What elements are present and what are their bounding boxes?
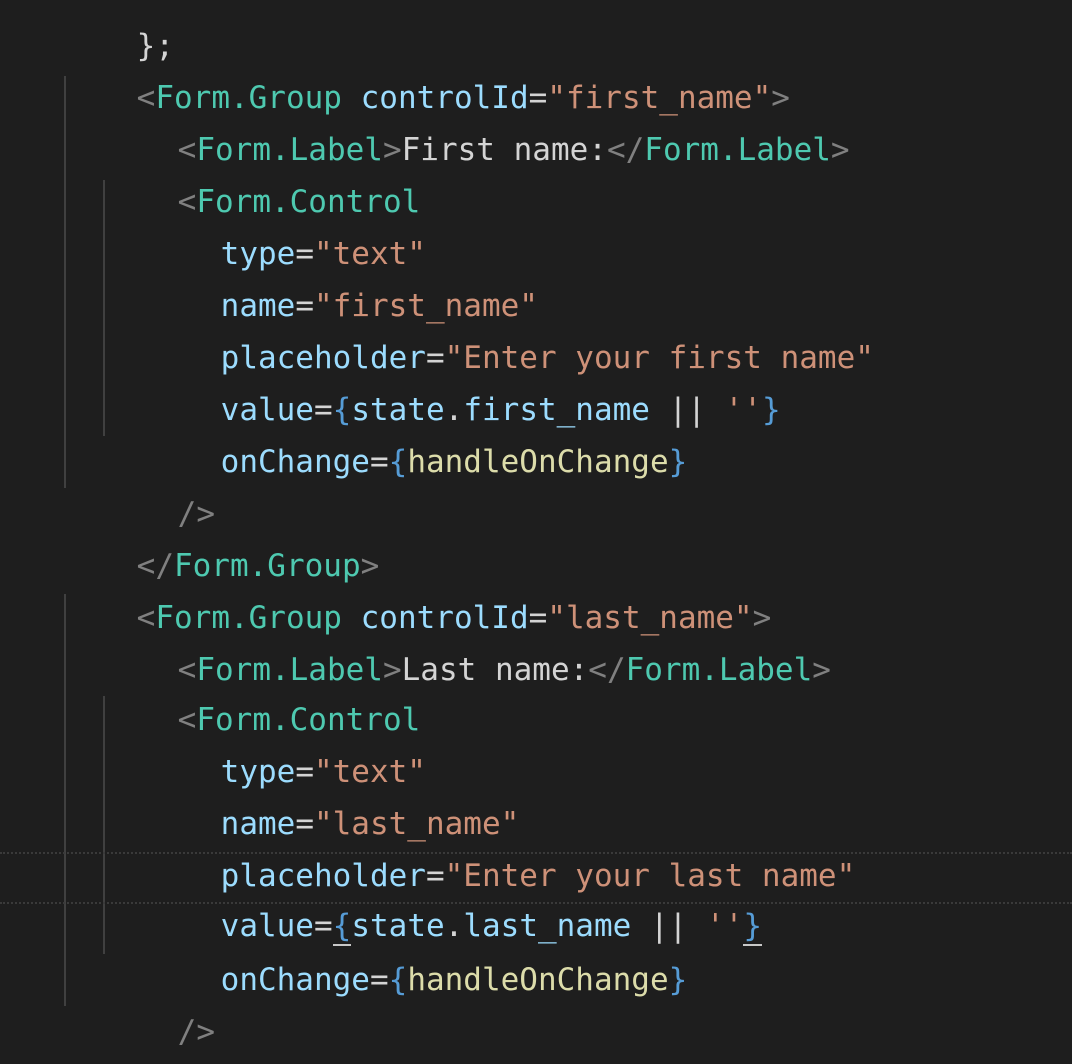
current-line-highlight[interactable]: value={state.last_name || ''}	[0, 852, 1072, 946]
attribute-name: onChange	[220, 444, 370, 480]
code-line[interactable]: <Form.Control	[103, 642, 421, 738]
tag-open: </	[606, 132, 645, 168]
code-line[interactable]: name="first_name"	[146, 228, 538, 324]
code-line[interactable]: onChange={handleOnChange}	[146, 384, 688, 480]
code-line[interactable]: </Form.Group>	[62, 1006, 379, 1058]
brace: {	[388, 444, 408, 480]
tag-close: >	[830, 132, 850, 168]
string-value: ''	[705, 908, 744, 944]
code-line[interactable]: />	[103, 954, 215, 1050]
code-line[interactable]: />	[103, 436, 215, 532]
label-text: Last name:	[401, 652, 589, 688]
brace: }	[668, 444, 688, 480]
brace: {	[388, 962, 408, 998]
code-line[interactable]: placeholder="Enter your last name"	[146, 798, 856, 894]
code-line[interactable]: name="last_name"	[146, 746, 520, 842]
code-line[interactable]: type="text"	[146, 694, 426, 790]
tag-close: >	[812, 652, 831, 688]
code-line[interactable]: <Form.Label>Last name:</Form.Label>	[103, 592, 831, 688]
code-line[interactable]: value={state.first_name || ''}	[146, 332, 781, 428]
label-text: First name:	[401, 132, 607, 168]
function-name: handleOnChange	[407, 962, 669, 998]
bracket-match: }	[743, 908, 762, 946]
equals: =	[369, 962, 389, 998]
brace: }	[761, 392, 781, 428]
code-line[interactable]: <Form.Group controlId="first_name">	[62, 20, 790, 116]
code-editor[interactable]: }; <Form.Group controlId="first_name"> <…	[0, 0, 1072, 1064]
tag-open: </	[588, 652, 626, 688]
equals: =	[369, 444, 389, 480]
code-line[interactable]: onChange={handleOnChange}	[146, 902, 688, 998]
code-line[interactable]: };	[62, 0, 174, 64]
code-line[interactable]: placeholder="Enter your first name"	[146, 280, 874, 376]
string-value: ''	[724, 392, 762, 428]
brace: }	[668, 962, 688, 998]
code-line[interactable]: type="text"	[146, 176, 426, 272]
code-line[interactable]: </Form.Group>	[62, 488, 380, 584]
code-line[interactable]: <Form.Control	[103, 124, 421, 220]
tag-name: Form.Label	[625, 652, 813, 688]
code-line[interactable]: <Form.Label>First name:</Form.Label>	[103, 72, 850, 168]
code-line[interactable]: <Form.Group controlId="last_name">	[62, 540, 772, 636]
tag-name: Form.Label	[644, 132, 831, 168]
attribute-name: onChange	[220, 962, 370, 998]
function-name: handleOnChange	[407, 444, 669, 480]
